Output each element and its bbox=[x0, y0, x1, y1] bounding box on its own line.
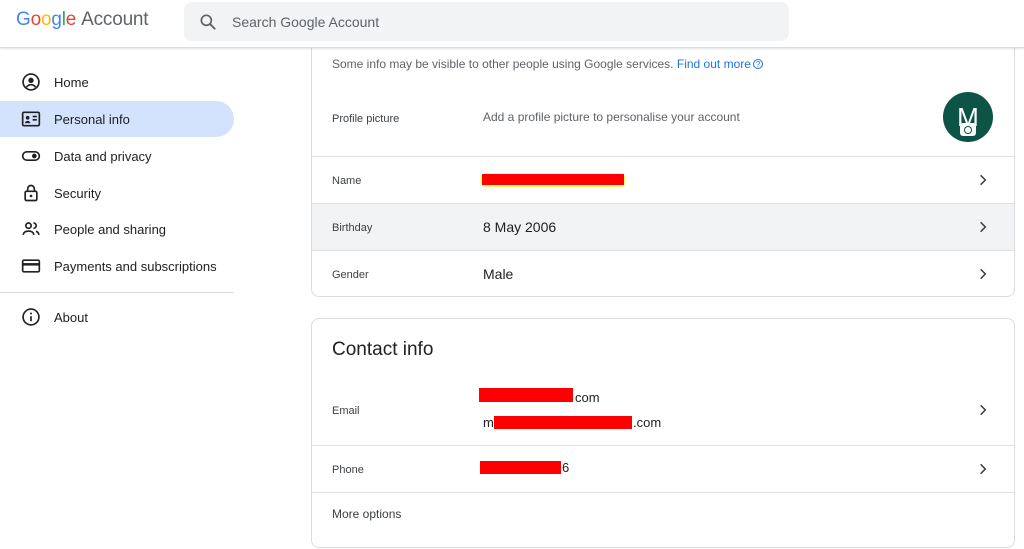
help-icon[interactable]: ? bbox=[752, 59, 763, 69]
row-label: Email bbox=[332, 405, 360, 417]
section-title: Contact info bbox=[332, 339, 434, 360]
avatar[interactable]: M bbox=[943, 92, 993, 142]
sidebar-item-about[interactable]: About bbox=[0, 299, 234, 335]
gender-row[interactable]: Gender Male bbox=[312, 250, 1014, 296]
profile-picture-row[interactable]: Profile picture Add a profile picture to… bbox=[312, 80, 1014, 156]
logo-letter: g bbox=[51, 9, 62, 30]
sidebar-item-label: About bbox=[54, 309, 88, 325]
sidebar-item-personal-info[interactable]: Personal info bbox=[0, 101, 234, 137]
search-bar[interactable] bbox=[184, 2, 789, 41]
more-options-label: More options bbox=[332, 507, 402, 521]
notice-text: Some info may be visible to other people… bbox=[332, 57, 674, 71]
lock-icon bbox=[21, 183, 41, 203]
email-suffix: .com bbox=[633, 415, 662, 430]
email-row[interactable]: Email com m .com bbox=[312, 377, 1014, 445]
logo-letter: o bbox=[30, 9, 42, 30]
sidebar-divider bbox=[0, 292, 234, 293]
sidebar-item-home[interactable]: Home bbox=[0, 64, 234, 100]
birthday-row[interactable]: Birthday 8 May 2006 bbox=[312, 203, 1014, 250]
logo-suffix: Account bbox=[81, 9, 149, 30]
sidebar-item-security[interactable]: Security bbox=[0, 175, 234, 211]
row-label: Phone bbox=[332, 464, 364, 476]
more-options-row[interactable]: More options bbox=[312, 492, 1014, 549]
toggle-icon bbox=[21, 146, 41, 166]
email-suffix: com bbox=[575, 390, 600, 405]
search-input[interactable] bbox=[232, 2, 772, 41]
visibility-notice: Some info may be visible to other people… bbox=[332, 57, 763, 71]
row-label: Birthday bbox=[332, 222, 373, 234]
gender-value: Male bbox=[483, 266, 514, 282]
app-header: Google Account bbox=[0, 0, 1024, 48]
credit-card-icon bbox=[21, 256, 41, 276]
email-redaction bbox=[494, 416, 632, 429]
row-label: Gender bbox=[332, 269, 369, 281]
account-circle-icon bbox=[21, 72, 41, 92]
sidebar-item-label: People and sharing bbox=[54, 221, 167, 237]
google-account-logo[interactable]: Google Account bbox=[16, 9, 149, 31]
people-icon bbox=[21, 219, 41, 239]
chevron-right-icon bbox=[980, 404, 987, 416]
contact-info-card: Contact info Email com m .com Phone 6 Mo… bbox=[311, 318, 1015, 548]
phone-redaction bbox=[480, 461, 561, 474]
logo-letter: e bbox=[65, 9, 77, 30]
logo-letter: G bbox=[16, 9, 31, 30]
chevron-right-icon bbox=[980, 221, 987, 233]
sidebar-item-label: Personal info bbox=[54, 111, 130, 127]
sidebar-item-label: Security bbox=[54, 185, 101, 201]
email-prefix: m bbox=[483, 415, 494, 430]
sidebar-item-people-and-sharing[interactable]: People and sharing bbox=[0, 211, 234, 247]
sidebar-item-label: Home bbox=[54, 74, 89, 90]
info-icon bbox=[21, 307, 41, 327]
row-label: Name bbox=[332, 175, 362, 187]
row-label: Profile picture bbox=[332, 113, 400, 125]
id-card-icon bbox=[21, 109, 41, 129]
email-redaction bbox=[479, 388, 573, 402]
phone-suffix: 6 bbox=[562, 460, 570, 475]
sidebar-nav: Home Personal info Data and privacy Secu… bbox=[0, 48, 240, 535]
chevron-right-icon bbox=[980, 268, 987, 280]
phone-row[interactable]: Phone 6 bbox=[312, 445, 1014, 492]
birthday-value: 8 May 2006 bbox=[483, 219, 557, 235]
sidebar-item-data-and-privacy[interactable]: Data and privacy bbox=[0, 138, 234, 174]
sidebar-item-payments[interactable]: Payments and subscriptions bbox=[0, 248, 234, 284]
search-icon[interactable] bbox=[198, 12, 218, 32]
name-row[interactable]: Name bbox=[312, 156, 1014, 203]
sidebar-item-label: Payments and subscriptions bbox=[54, 258, 217, 274]
find-out-more-link[interactable]: Find out more bbox=[677, 57, 751, 71]
profile-picture-hint: Add a profile picture to personalise you… bbox=[483, 110, 740, 124]
name-redaction bbox=[482, 174, 624, 185]
camera-icon bbox=[960, 123, 976, 136]
logo-letter: o bbox=[40, 9, 52, 30]
basic-info-card: Some info may be visible to other people… bbox=[311, 40, 1015, 297]
chevron-right-icon bbox=[980, 463, 987, 475]
sidebar-item-label: Data and privacy bbox=[54, 148, 152, 164]
chevron-right-icon bbox=[980, 174, 987, 186]
